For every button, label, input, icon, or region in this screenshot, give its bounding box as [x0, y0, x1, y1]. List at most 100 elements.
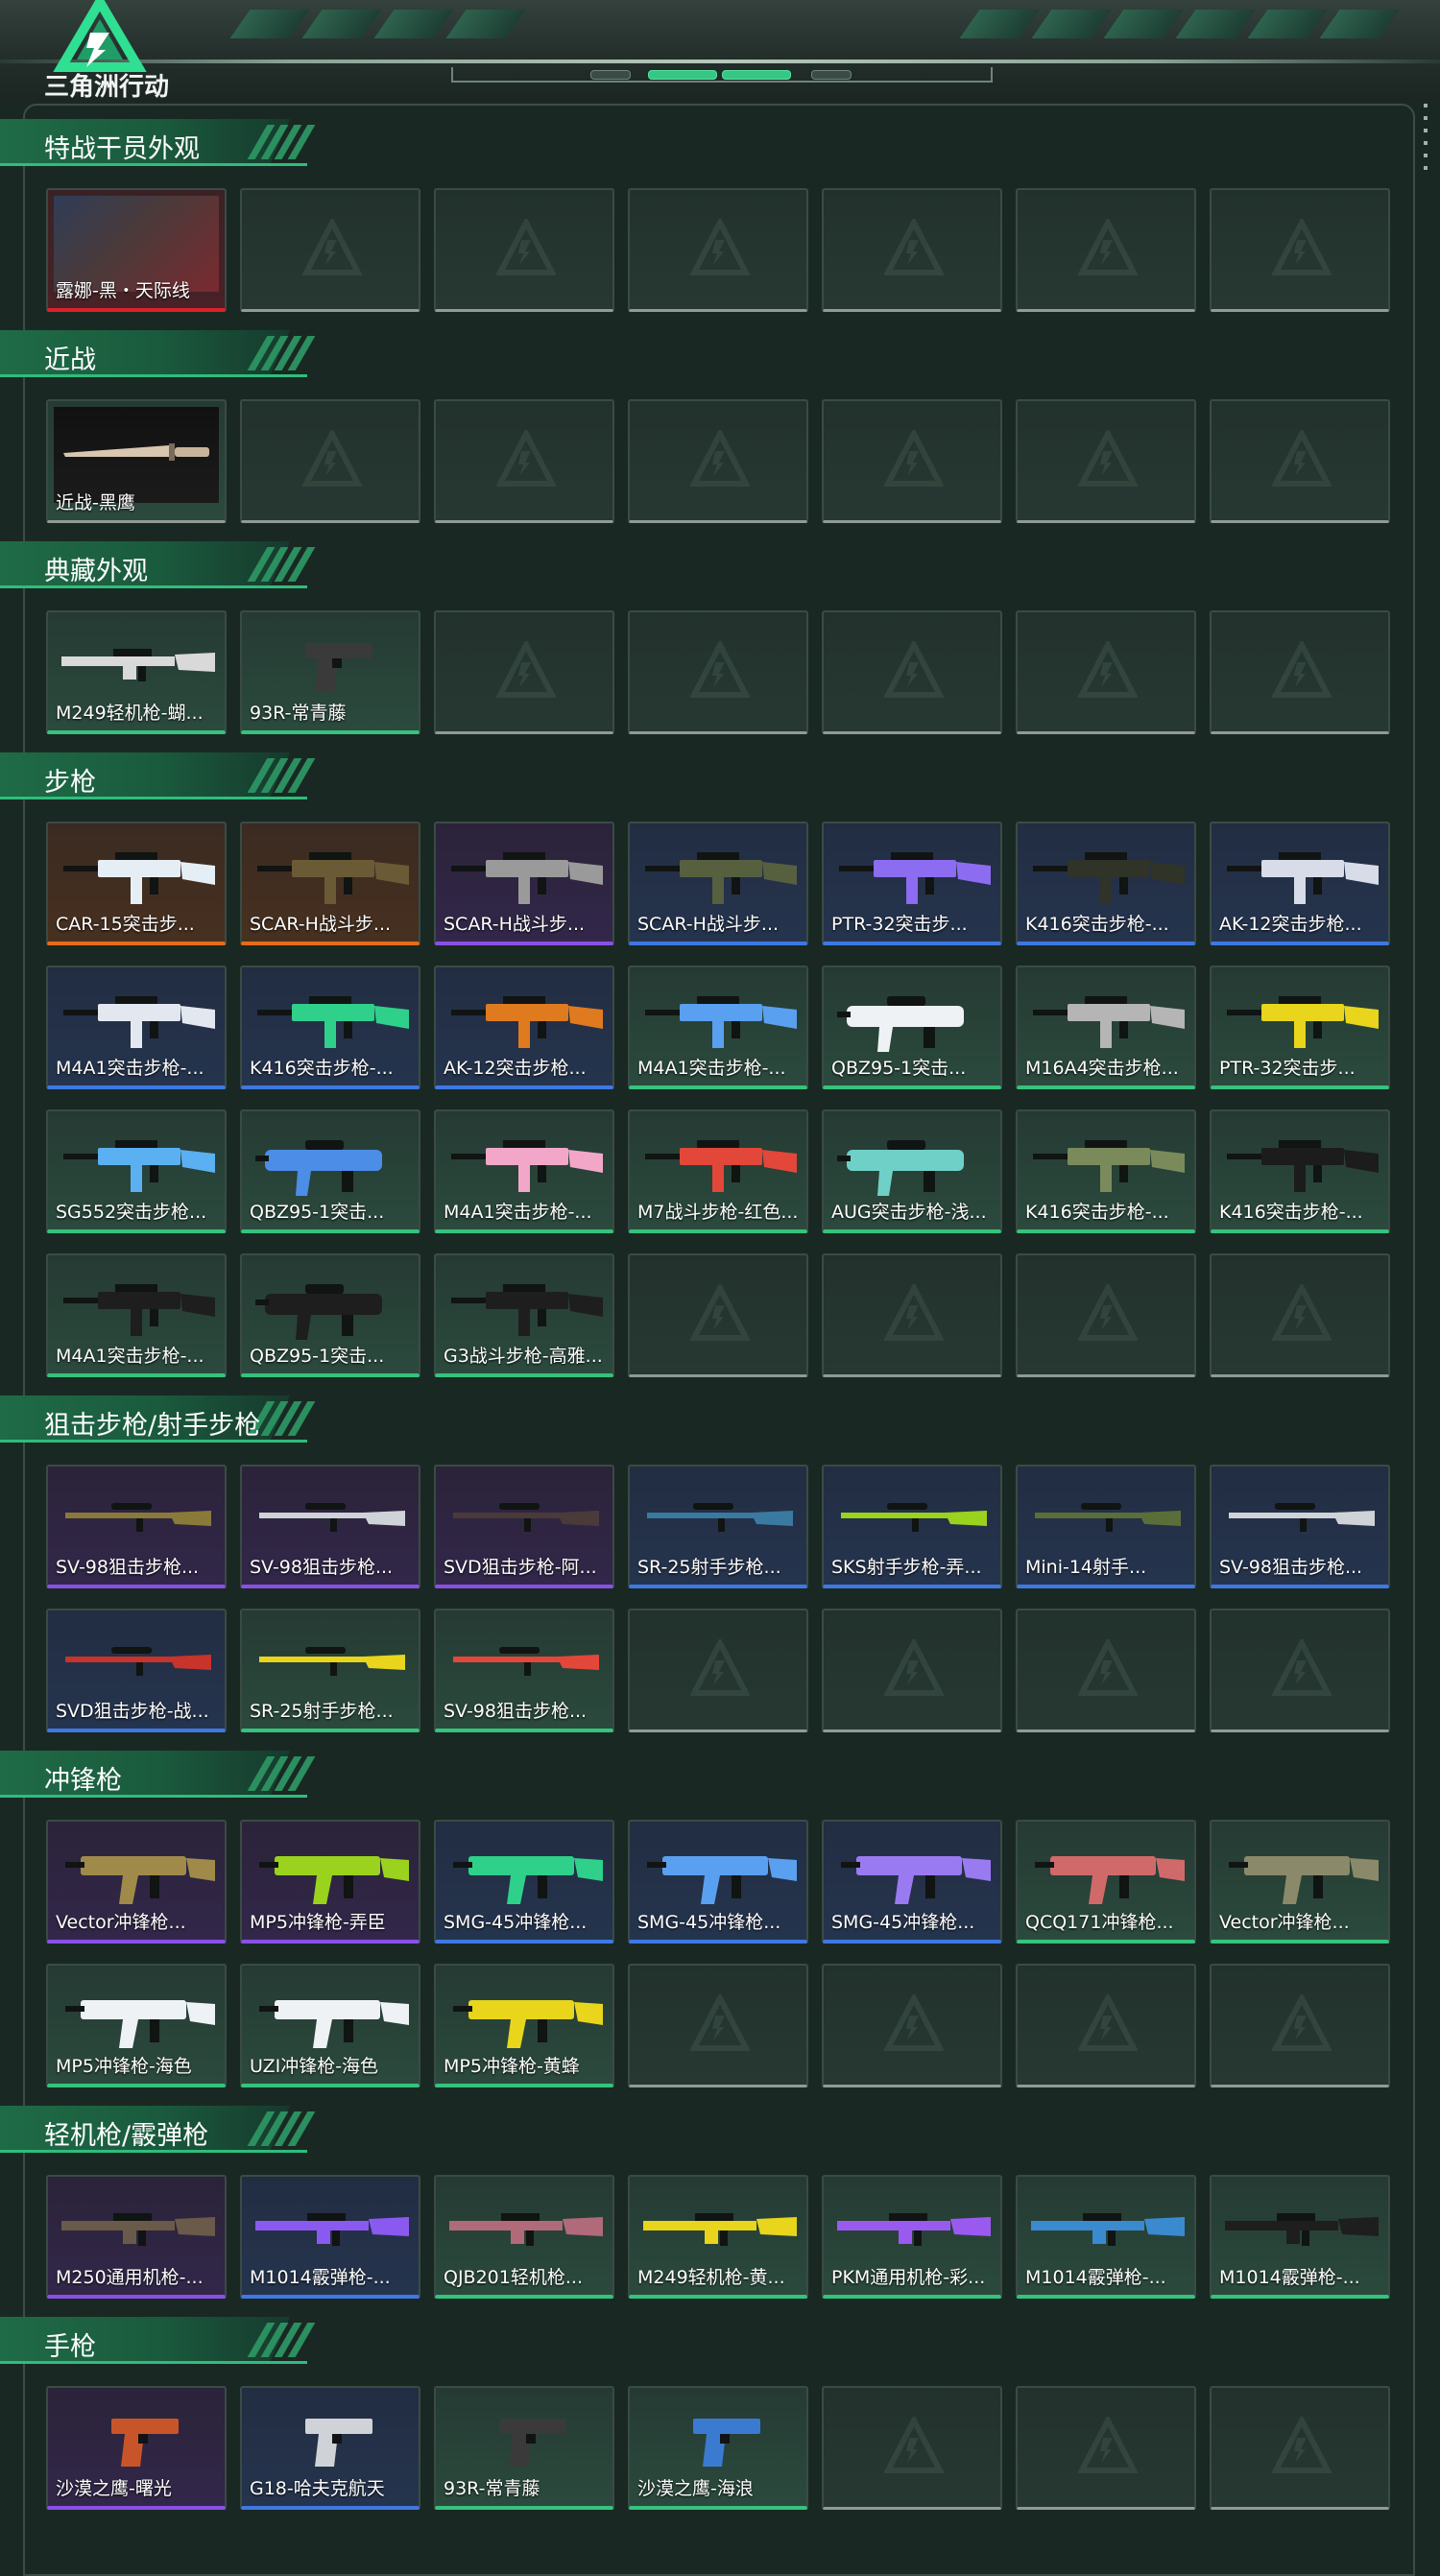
- empty-slot-logo-icon: [1078, 1994, 1138, 2051]
- collection-item-card[interactable]: K416突击步枪-...: [1016, 1109, 1196, 1233]
- collection-item-card[interactable]: SMG-45冲锋枪...: [434, 1820, 614, 1944]
- collection-item-card[interactable]: M1014霰弹枪-...: [1210, 2175, 1390, 2299]
- empty-slot-logo-icon: [1272, 641, 1332, 698]
- item-name: SMG-45冲锋枪...: [444, 1912, 588, 1933]
- collection-item-card[interactable]: SVD狙击步枪-战...: [46, 1609, 227, 1732]
- collection-item-card[interactable]: 沙漠之鹰-海浪: [628, 2386, 808, 2510]
- collection-item-card[interactable]: UZI冲锋枪-海色: [240, 1964, 420, 2087]
- weapon-image: [259, 2000, 409, 2048]
- weapon-image: [645, 852, 797, 904]
- collection-item-card[interactable]: K416突击步枪-...: [240, 966, 420, 1089]
- collection-item-card[interactable]: M249轻机枪-黄...: [628, 2175, 808, 2299]
- banner-stripe: [1031, 10, 1112, 38]
- collection-item-card[interactable]: AK-12突击步枪...: [434, 966, 614, 1089]
- collection-item-card[interactable]: SR-25射手步枪...: [628, 1465, 808, 1588]
- collection-item-card[interactable]: SMG-45冲锋枪...: [628, 1820, 808, 1944]
- collection-item-card[interactable]: 沙漠之鹰-曙光: [46, 2386, 227, 2510]
- weapon-image: [257, 852, 409, 904]
- collection-item-card[interactable]: AK-12突击步枪...: [1210, 822, 1390, 945]
- section-title: 典藏外观: [44, 557, 148, 586]
- item-name: K416突击步枪-...: [1025, 914, 1169, 935]
- collection-item-card[interactable]: QBZ95-1突击...: [822, 966, 1002, 1089]
- item-name: SCAR-H战斗步...: [250, 914, 392, 935]
- collection-item-card[interactable]: QCQ171冲锋枪...: [1016, 1820, 1196, 1944]
- item-name: SVD狙击步枪-战...: [56, 1701, 209, 1722]
- collection-item-card[interactable]: SV-98狙击步枪...: [46, 1465, 227, 1588]
- collection-item-card[interactable]: SMG-45冲锋枪...: [822, 1820, 1002, 1944]
- weapon-image: [255, 2213, 409, 2246]
- collection-item-card[interactable]: G18-哈夫克航天: [240, 2386, 420, 2510]
- weapon-image: [1227, 852, 1379, 904]
- collection-item-card[interactable]: M7战斗步枪-红色...: [628, 1109, 808, 1233]
- collection-item-card[interactable]: QBZ95-1突击...: [240, 1109, 420, 1233]
- collection-item-card[interactable]: MP5冲锋枪-海色: [46, 1964, 227, 2087]
- collection-item-card[interactable]: SV-98狙击步枪...: [434, 1609, 614, 1732]
- collection-item-card[interactable]: 近战-黑鹰: [46, 399, 227, 523]
- collection-item-card[interactable]: SR-25射手步枪...: [240, 1609, 420, 1732]
- collection-item-card[interactable]: AUG突击步枪-浅...: [822, 1109, 1002, 1233]
- banner-stripe: [1247, 10, 1328, 38]
- item-name: K416突击步枪-...: [1219, 1202, 1363, 1223]
- collection-item-card[interactable]: CAR-15突击步...: [46, 822, 227, 945]
- collection-item-card[interactable]: SCAR-H战斗步...: [434, 822, 614, 945]
- section-title: 轻机枪/霰弹枪: [44, 2121, 209, 2151]
- collection-item-card[interactable]: M4A1突击步枪-...: [46, 1253, 227, 1377]
- item-name: Mini-14射手...: [1025, 1557, 1147, 1578]
- collection-item-card[interactable]: SV-98狙击步枪...: [1210, 1465, 1390, 1588]
- collection-item-card[interactable]: QBZ95-1突击...: [240, 1253, 420, 1377]
- collection-item-card[interactable]: SCAR-H战斗步...: [628, 822, 808, 945]
- item-name: 93R-常青藤: [444, 2478, 540, 2499]
- item-name: AUG突击步枪-浅...: [831, 1202, 987, 1223]
- weapon-image: [63, 1284, 215, 1336]
- collection-item-card[interactable]: PTR-32突击步...: [822, 822, 1002, 945]
- empty-slot: [1016, 2386, 1196, 2510]
- empty-slot-logo-icon: [496, 430, 556, 487]
- item-name: SV-98狙击步枪...: [444, 1701, 588, 1722]
- collection-item-card[interactable]: SCAR-H战斗步...: [240, 822, 420, 945]
- collection-item-card[interactable]: M16A4突击步枪...: [1016, 966, 1196, 1089]
- banner-stripe: [301, 10, 382, 38]
- collection-item-card[interactable]: M4A1突击步枪-...: [434, 1109, 614, 1233]
- collection-item-card[interactable]: M4A1突击步枪-...: [628, 966, 808, 1089]
- collection-item-card[interactable]: PKM通用机枪-彩...: [822, 2175, 1002, 2299]
- collection-item-card[interactable]: G3战斗步枪-高雅...: [434, 1253, 614, 1377]
- collection-item-card[interactable]: MP5冲锋枪-弄臣: [240, 1820, 420, 1944]
- item-name: M1014霰弹枪-...: [1219, 2267, 1360, 2288]
- empty-slot-logo-icon: [690, 1994, 750, 2051]
- item-name: M1014霰弹枪-...: [1025, 2267, 1166, 2288]
- collection-item-card[interactable]: M1014霰弹枪-...: [240, 2175, 420, 2299]
- empty-slot-logo-icon: [884, 430, 944, 487]
- empty-slot: [1016, 399, 1196, 523]
- item-name: SV-98狙击步枪...: [250, 1557, 394, 1578]
- collection-item-card[interactable]: SV-98狙击步枪...: [240, 1465, 420, 1588]
- collection-item-card[interactable]: K416突击步枪-...: [1016, 822, 1196, 945]
- collection-item-card[interactable]: Mini-14射手...: [1016, 1465, 1196, 1588]
- collection-item-card[interactable]: SG552突击步枪...: [46, 1109, 227, 1233]
- collection-item-card[interactable]: K416突击步枪-...: [1210, 1109, 1390, 1233]
- collection-item-card[interactable]: PTR-32突击步...: [1210, 966, 1390, 1089]
- weapon-image: [61, 2213, 215, 2246]
- collection-item-card[interactable]: SVD狙击步枪-阿...: [434, 1465, 614, 1588]
- collection-item-card[interactable]: MP5冲锋枪-黄蜂: [434, 1964, 614, 2087]
- collection-item-card[interactable]: 露娜-黑・天际线: [46, 188, 227, 312]
- collection-item-card[interactable]: M4A1突击步枪-...: [46, 966, 227, 1089]
- banner-divider: [0, 60, 1440, 63]
- collection-item-card[interactable]: Vector冲锋枪...: [1210, 1820, 1390, 1944]
- collection-item-card[interactable]: Vector冲锋枪...: [46, 1820, 227, 1944]
- collection-item-card[interactable]: 93R-常青藤: [240, 610, 420, 734]
- section-header: 狙击步枪/射手步枪: [0, 1395, 317, 1443]
- collection-item-card[interactable]: QJB201轻机枪...: [434, 2175, 614, 2299]
- weapon-image: [1033, 996, 1185, 1048]
- weapon-image: [499, 2419, 566, 2467]
- collection-item-card[interactable]: M1014霰弹枪-...: [1016, 2175, 1196, 2299]
- collection-item-card[interactable]: SKS射手步枪-弄...: [822, 1465, 1002, 1588]
- scrollbar[interactable]: [1424, 104, 1428, 171]
- collection-item-card[interactable]: M249轻机枪-蝴...: [46, 610, 227, 734]
- empty-slot-logo-icon: [302, 219, 362, 275]
- weapon-image: [305, 643, 372, 691]
- collection-item-card[interactable]: 93R-常青藤: [434, 2386, 614, 2510]
- weapon-image: [1033, 1140, 1185, 1192]
- collection-item-card[interactable]: M250通用机枪-...: [46, 2175, 227, 2299]
- weapon-image: [65, 2000, 215, 2048]
- empty-slot-logo-icon: [1272, 1639, 1332, 1696]
